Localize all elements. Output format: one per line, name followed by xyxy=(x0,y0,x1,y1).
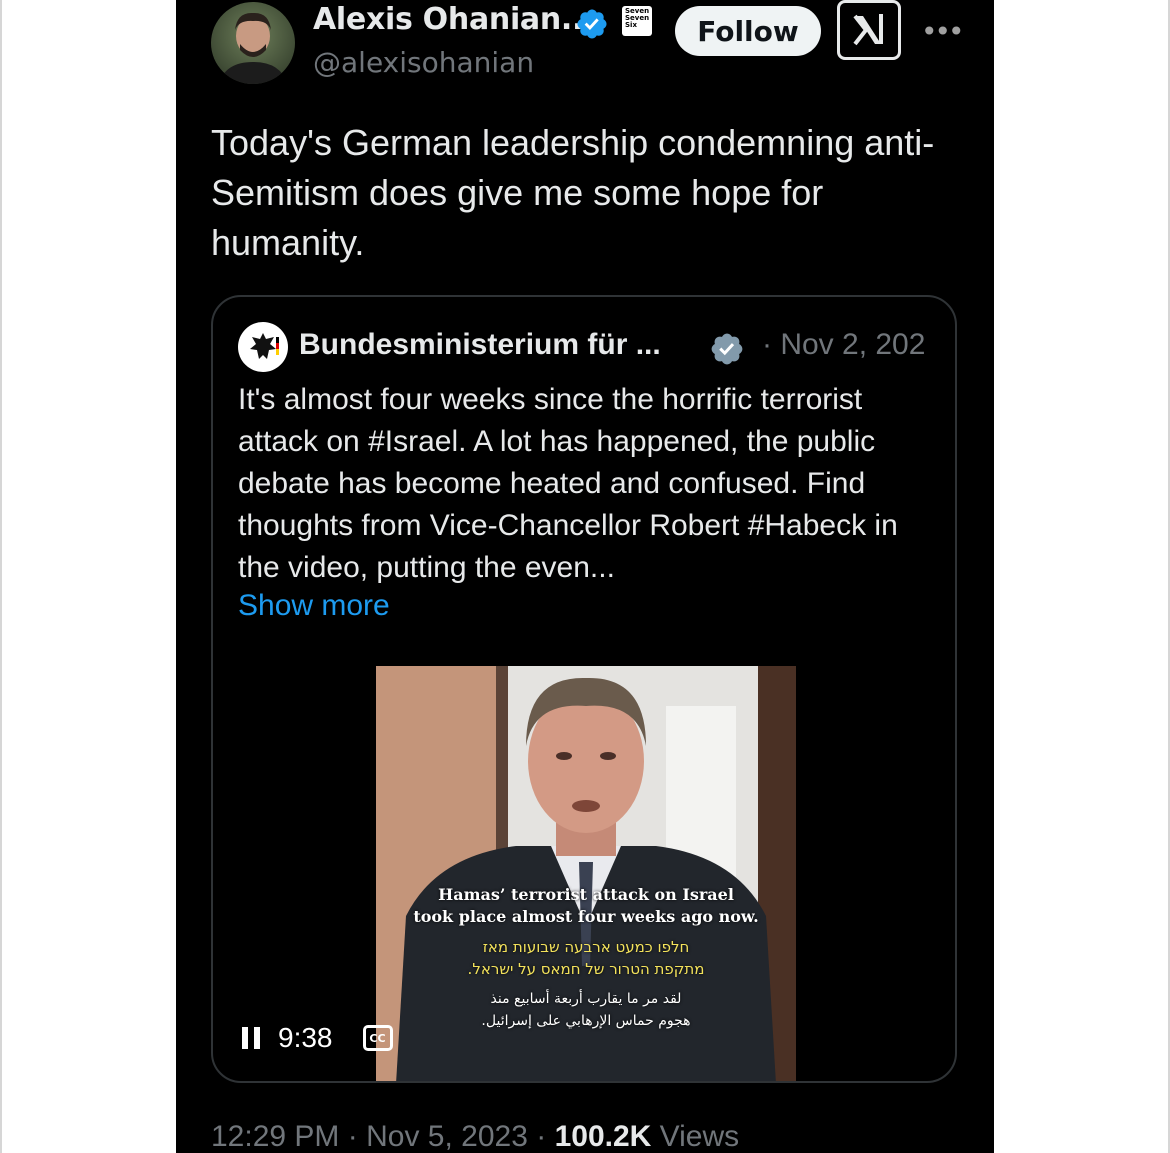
quoted-author-name[interactable]: Bundesministerium für ... xyxy=(299,328,661,362)
views-count: 100.2K xyxy=(554,1120,652,1153)
separator: · xyxy=(536,1120,547,1153)
x-logo-icon xyxy=(853,14,883,46)
post-panel: Alexis Ohanian... Seven Seven Six @alexi… xyxy=(176,0,994,1153)
verified-badge-icon xyxy=(577,9,607,39)
closed-captions-button[interactable]: CC xyxy=(362,1025,393,1051)
quoted-post-text: It's almost four weeks since the horrifi… xyxy=(238,383,898,584)
video-time-remaining: 9:38 xyxy=(278,1022,333,1053)
video-subtitle-arabic: لقد مر ما يقارب أربعة أسابيع منذ هجوم حم… xyxy=(376,988,796,1032)
subtitle-en-line-1: Hamas’ terrorist attack on Israel xyxy=(438,885,734,904)
video-player[interactable]: Hamas’ terrorist attack on Israel took p… xyxy=(376,666,796,1081)
author-handle[interactable]: @alexisohanian xyxy=(313,46,534,79)
author-avatar[interactable] xyxy=(211,2,295,84)
government-badge-icon xyxy=(711,333,743,365)
post-time[interactable]: 12:29 PM xyxy=(211,1120,339,1153)
views-label: Views xyxy=(659,1120,740,1153)
affiliate-logo[interactable]: Seven Seven Six xyxy=(622,6,652,36)
affiliate-logo-text: Seven Seven Six xyxy=(625,7,650,29)
subtitle-he-line-1: חלפו כמעט ארבעה שבועות מאז xyxy=(482,938,690,956)
more-horizontal-icon[interactable]: ••• xyxy=(921,15,965,48)
quoted-author-avatar[interactable] xyxy=(238,322,288,372)
quoted-post-date[interactable]: · Nov 2, 202 xyxy=(762,328,925,362)
author-name[interactable]: Alexis Ohanian... xyxy=(313,2,595,37)
video-controls: 9:38 CC xyxy=(238,1016,393,1060)
separator: · xyxy=(347,1120,358,1153)
post-metadata: 12:29 PM · Nov 5, 2023 · 100.2K Views xyxy=(211,1120,739,1153)
quoted-post[interactable]: Bundesministerium für ... · Nov 2, 202 I… xyxy=(211,295,957,1083)
subtitle-ar-line-1: لقد مر ما يقارب أربعة أسابيع منذ xyxy=(490,991,682,1007)
video-subtitle-hebrew: חלפו כמעט ארבעה שבועות מאז מתקפת הטרור ש… xyxy=(376,936,796,980)
follow-button[interactable]: Follow xyxy=(675,6,821,56)
grok-button[interactable] xyxy=(837,0,901,60)
subtitle-he-line-2: מתקפת הטרור של חמאס על ישראל. xyxy=(467,960,705,978)
subtitle-en-line-2: took place almost four weeks ago now. xyxy=(413,907,759,926)
eagle-icon xyxy=(250,333,279,359)
pause-icon[interactable] xyxy=(238,1025,264,1051)
show-more-link[interactable]: Show more xyxy=(238,589,390,623)
subtitle-ar-line-2: هجوم حماس الإرهابي على إسرائيل. xyxy=(481,1013,691,1029)
post-text: Today's German leadership condemning ant… xyxy=(211,122,935,263)
page-border-left xyxy=(0,0,2,1153)
video-subtitle-english: Hamas’ terrorist attack on Israel took p… xyxy=(376,884,796,928)
post-date[interactable]: Nov 5, 2023 xyxy=(366,1120,528,1153)
